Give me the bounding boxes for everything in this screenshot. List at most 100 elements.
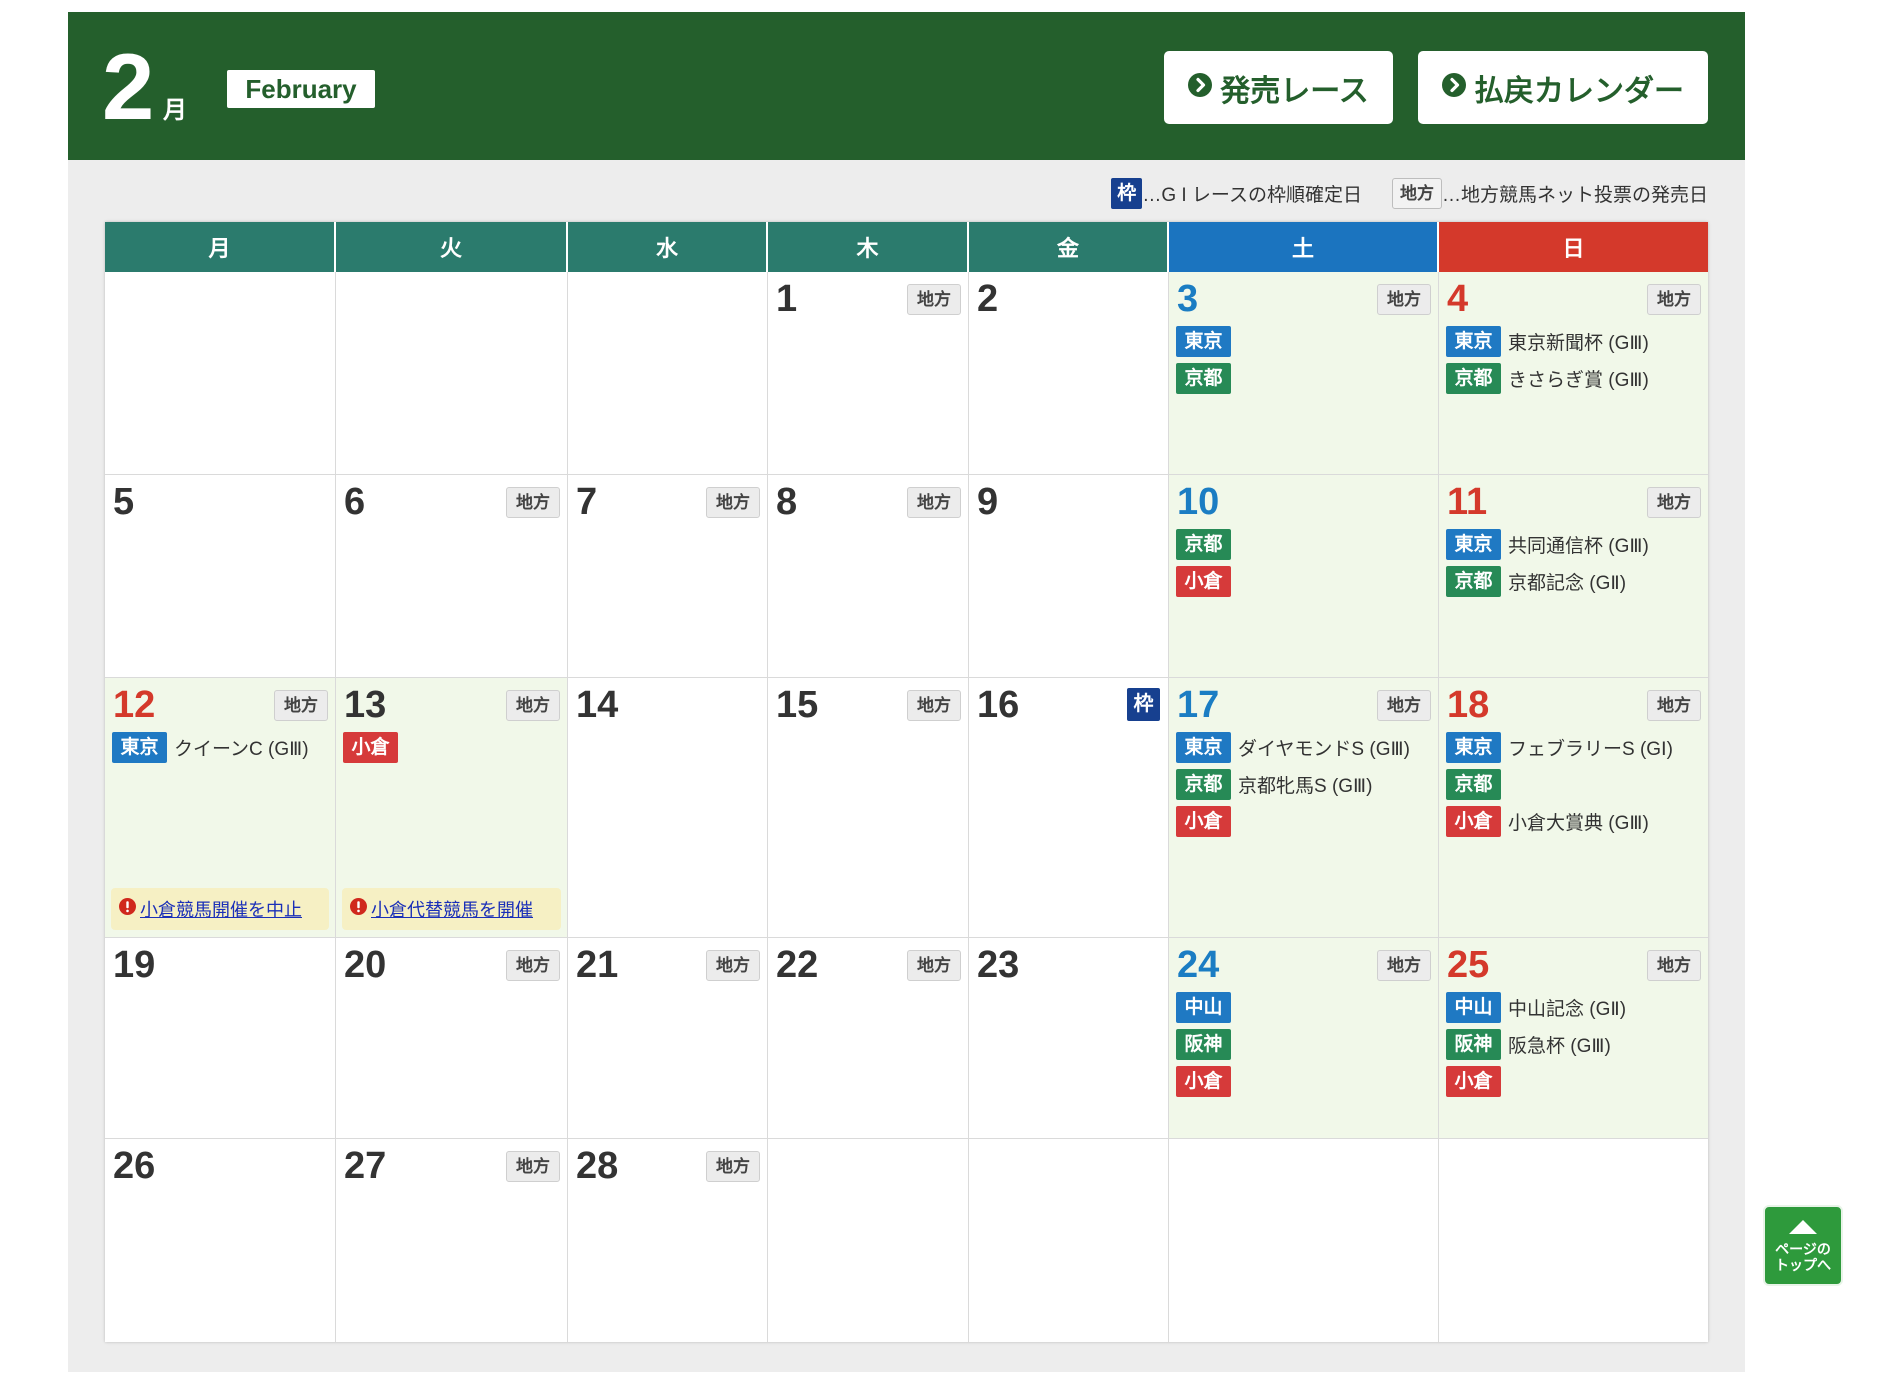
calendar-day-cell: 2	[969, 272, 1169, 475]
race-name: クイーンC (GⅢ)	[174, 739, 309, 760]
calendar-empty-cell	[1439, 1139, 1708, 1342]
day-number: 21	[576, 944, 619, 986]
calendar-day-cell: 7 地方	[568, 475, 768, 678]
race-item: 小倉	[343, 732, 565, 763]
venue-tag[interactable]: 小倉	[343, 732, 398, 763]
race-item: 小倉	[1176, 806, 1436, 837]
calendar-day-cell: 1 地方	[768, 272, 969, 475]
chiho-badge: 地方	[907, 690, 961, 721]
day-number: 12	[113, 684, 156, 726]
page-top-button[interactable]: ページの トップへ	[1763, 1205, 1843, 1286]
venue-tag[interactable]: 小倉	[1446, 806, 1501, 837]
chiho-badge: 地方	[706, 487, 760, 518]
day-number: 26	[113, 1145, 156, 1187]
race-name: 共同通信杯 (GⅢ)	[1508, 536, 1649, 557]
chiho-badge: 地方	[1647, 487, 1701, 518]
chiho-badge: 地方	[274, 690, 328, 721]
payout-calendar-label: 払戻カレンダー	[1474, 74, 1684, 108]
calendar-day-cell: 25 地方 中山 中山記念 (GⅡ) 阪神 阪急杯 (GⅢ) 小倉	[1439, 938, 1708, 1139]
day-number: 25	[1447, 944, 1490, 986]
calendar-day-cell: 4 地方東京 東京新聞杯 (GⅢ) 京都 きさらぎ賞 (GⅢ)	[1439, 272, 1708, 475]
race-list: 東京 クイーンC (GⅢ)	[112, 732, 333, 769]
waku-badge: 枠	[1127, 688, 1160, 721]
weekday-header-fri: 金	[969, 222, 1169, 272]
race-name: 阪急杯 (GⅢ)	[1508, 1036, 1611, 1057]
day-number: 13	[344, 684, 387, 726]
calendar-day-cell: 15 地方	[768, 678, 969, 938]
venue-tag[interactable]: 京都	[1176, 529, 1231, 560]
venue-tag[interactable]: 中山	[1176, 992, 1231, 1023]
payout-calendar-button[interactable]: 払戻カレンダー	[1418, 51, 1708, 124]
month-number: 2	[102, 34, 155, 139]
up-arrow-icon	[1788, 1219, 1818, 1241]
chiho-badge: 地方	[907, 487, 961, 518]
venue-tag[interactable]: 京都	[1446, 566, 1501, 597]
chiho-badge: 地方	[1647, 690, 1701, 721]
weekday-header-sat: 土	[1169, 222, 1439, 272]
day-number: 22	[776, 944, 819, 986]
race-item: 京都	[1446, 769, 1706, 800]
venue-tag[interactable]: 東京	[1176, 732, 1231, 763]
race-calendar-grid: 月火水木金土日 1 地方 2 3 地方 東京 京都 4 地方 東京 東京新聞杯 (GⅢ) 京都 きさらぎ賞…	[105, 222, 1708, 1342]
race-item: 東京 共同通信杯 (GⅢ)	[1446, 529, 1706, 560]
venue-tag[interactable]: 東京	[1446, 529, 1501, 560]
calendar-day-cell: 11 地方 東京 共同通信杯 (GⅢ) 京都 京都記念 (GⅡ)	[1439, 475, 1708, 678]
venue-tag[interactable]: 小倉	[1176, 1066, 1231, 1097]
venue-tag[interactable]: 京都	[1176, 363, 1231, 394]
calendar-day-cell: 16 枠	[969, 678, 1169, 938]
circle-chevron-right-icon	[1188, 71, 1213, 105]
chiho-badge: 地方	[506, 950, 560, 981]
race-item: 阪神	[1176, 1029, 1436, 1060]
day-number: 19	[113, 944, 156, 986]
calendar-day-cell: 24 地方 中山 阪神 小倉	[1169, 938, 1439, 1139]
on-sale-races-button[interactable]: 発売レース	[1164, 51, 1393, 124]
calendar-empty-cell	[1169, 1139, 1439, 1342]
venue-tag[interactable]: 東京	[1446, 732, 1501, 763]
day-number: 4	[1447, 278, 1469, 320]
venue-tag[interactable]: 小倉	[1176, 806, 1231, 837]
alert-icon	[119, 898, 136, 920]
venue-tag[interactable]: 小倉	[1446, 1066, 1501, 1097]
race-item: 京都	[1176, 529, 1436, 560]
calendar-day-cell: 26	[105, 1139, 336, 1342]
day-number: 15	[776, 684, 819, 726]
weekday-header-thu: 木	[768, 222, 969, 272]
venue-tag[interactable]: 東京	[1446, 326, 1501, 357]
venue-tag[interactable]: 京都	[1446, 363, 1501, 394]
race-item: 小倉	[1176, 1066, 1436, 1097]
race-item: 京都 きさらぎ賞 (GⅢ)	[1446, 363, 1706, 394]
venue-tag[interactable]: 阪神	[1446, 1029, 1501, 1060]
chiho-badge: 地方	[1647, 284, 1701, 315]
month-kanji: 月	[163, 97, 187, 124]
venue-tag[interactable]: 京都	[1176, 769, 1231, 800]
race-item: 東京	[1176, 326, 1436, 357]
weekday-header-wed: 水	[568, 222, 768, 272]
venue-tag[interactable]: 東京	[1176, 326, 1231, 357]
race-name: 東京新聞杯 (GⅢ)	[1508, 333, 1649, 354]
day-number: 3	[1177, 278, 1199, 320]
weekday-header-sun: 日	[1439, 222, 1708, 272]
race-item: 東京 クイーンC (GⅢ)	[112, 732, 333, 763]
venue-tag[interactable]: 中山	[1446, 992, 1501, 1023]
calendar-day-cell: 6 地方	[336, 475, 568, 678]
venue-tag[interactable]: 小倉	[1176, 566, 1231, 597]
race-name: 京都記念 (GⅡ)	[1508, 573, 1627, 594]
chiho-badge: 地方	[1647, 950, 1701, 981]
chiho-badge: 地方	[506, 1151, 560, 1182]
calendar-day-cell: 19	[105, 938, 336, 1139]
day-number: 2	[977, 278, 999, 320]
calendar-day-cell: 18 地方 東京 フェブラリーS (GⅠ) 京都 小倉 小倉大賞典 (GⅢ)	[1439, 678, 1708, 938]
day-number: 28	[576, 1145, 619, 1187]
notice-link[interactable]: 小倉競馬開催を中止	[140, 896, 302, 922]
day-number: 24	[1177, 944, 1220, 986]
race-list: 京都 小倉	[1176, 529, 1436, 603]
day-number: 10	[1177, 481, 1220, 523]
venue-tag[interactable]: 阪神	[1176, 1029, 1231, 1060]
race-list: 東京 京都	[1176, 326, 1436, 400]
venue-tag[interactable]: 京都	[1446, 769, 1501, 800]
calendar-empty-cell	[105, 272, 336, 475]
race-item: 京都 京都牝馬S (GⅢ)	[1176, 769, 1436, 800]
notice-link[interactable]: 小倉代替競馬を開催	[371, 896, 533, 922]
venue-tag[interactable]: 東京	[112, 732, 167, 763]
race-name: 小倉大賞典 (GⅢ)	[1508, 813, 1649, 834]
